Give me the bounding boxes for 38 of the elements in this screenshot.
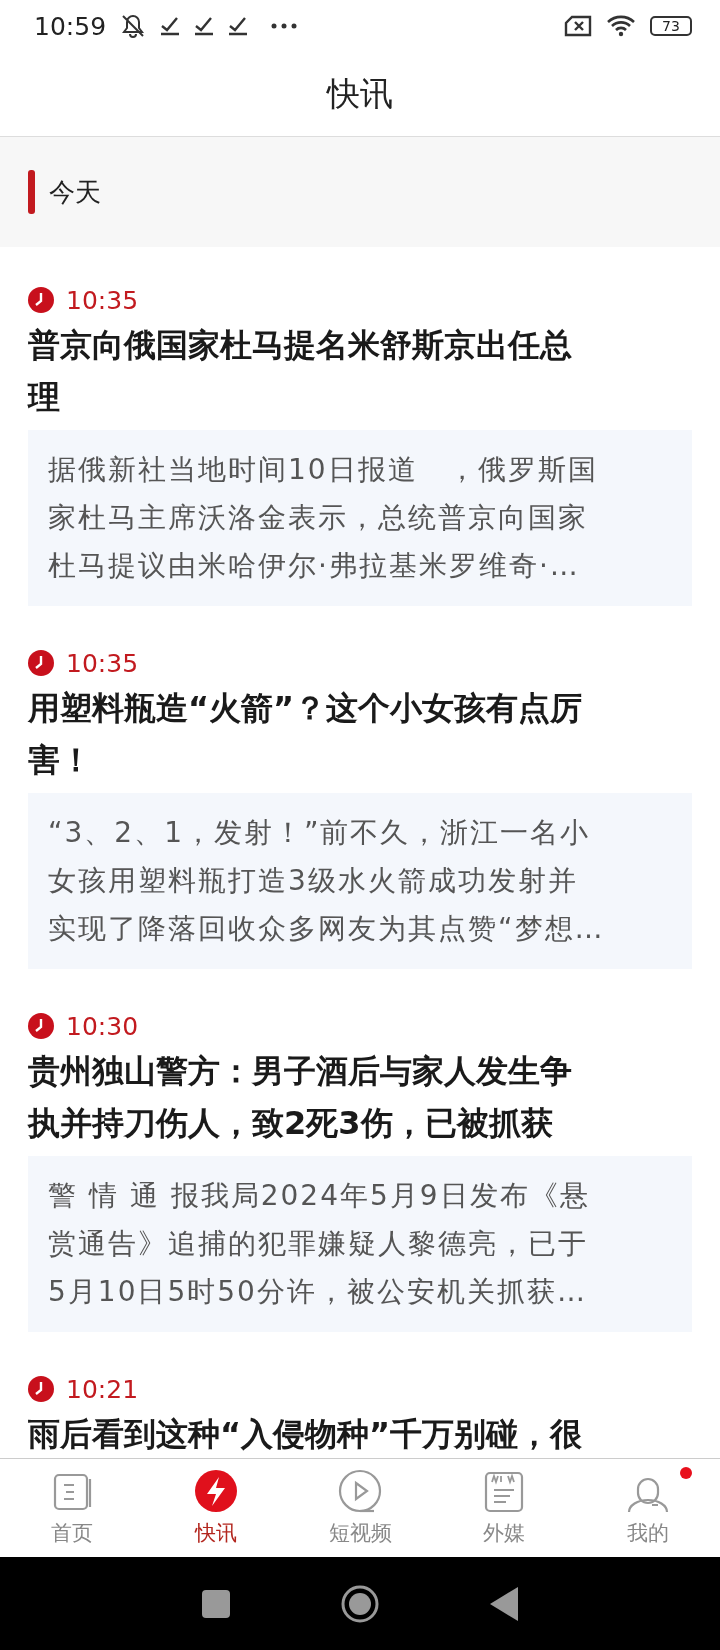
- nav-tab[interactable]: 快讯: [144, 1459, 288, 1557]
- nav-tab[interactable]: 外媒: [432, 1459, 576, 1557]
- play-icon: [338, 1469, 382, 1513]
- recents-button[interactable]: [202, 1589, 230, 1618]
- nav-tab[interactable]: 我的: [576, 1459, 720, 1557]
- newspaper-icon: [482, 1469, 526, 1513]
- clock-icon: [28, 650, 54, 676]
- news-time: 10:30: [66, 1011, 139, 1041]
- lightning-icon: [194, 1469, 238, 1513]
- news-summary[interactable]: 据俄新社当地时间10日报道 ，俄罗斯国 家杜马主席沃洛金表示，总统普京向国家 杜马提议由米哈伊尔·弗拉基米罗维奇·…: [28, 430, 692, 606]
- section-label: 今天: [49, 175, 101, 209]
- back-button[interactable]: [490, 1586, 518, 1621]
- news-headline[interactable]: 贵州独山警方：男子酒后与家人发生争 执并持刀伤人，致2死3伤，已被抓获: [28, 1045, 692, 1149]
- nav-tab[interactable]: 短视频: [288, 1459, 432, 1557]
- check-icon: [228, 16, 249, 36]
- clock-icon: [28, 1376, 54, 1402]
- section-marker: [28, 170, 35, 214]
- nav-tab[interactable]: 首页: [0, 1459, 144, 1557]
- battery-level: 73: [650, 16, 692, 36]
- check-icon: [160, 16, 181, 36]
- clock-icon: [28, 287, 54, 313]
- check-icon: [194, 16, 215, 36]
- clock-icon: [28, 1013, 54, 1039]
- wifi-icon: [606, 14, 636, 38]
- news-time: 10:35: [66, 285, 139, 315]
- news-time: 10:21: [66, 1374, 139, 1404]
- muted-bell-icon: [120, 13, 147, 39]
- clock-time: 10:59: [34, 11, 107, 41]
- sim-off-icon: [564, 15, 592, 37]
- home-button[interactable]: [340, 1583, 380, 1624]
- news-time: 10:35: [66, 648, 139, 678]
- more-dots-icon: [270, 22, 299, 30]
- news-headline[interactable]: 普京向俄国家杜马提名米舒斯京出任总 理: [28, 319, 692, 423]
- news-summary[interactable]: 警 情 通 报我局2024年5月9日发布《悬 赏通告》追捕的犯罪嫌疑人黎德亮，已于 5月10日5时50分许，被公安机关抓获…: [28, 1156, 692, 1332]
- news-headline[interactable]: 用塑料瓶造“火箭”？这个小女孩有点厉 害！: [28, 682, 692, 786]
- news-summary[interactable]: “3、2、1，发射！”前不久，浙江一名小 女孩用塑料瓶打造3级水火箭成功发射并 实现了降落回收众多网友为其点赞“梦想…: [28, 793, 692, 969]
- page-title: 快讯: [327, 72, 393, 115]
- news-headline[interactable]: 雨后看到这种“入侵物种”千万别碰，很: [28, 1408, 692, 1458]
